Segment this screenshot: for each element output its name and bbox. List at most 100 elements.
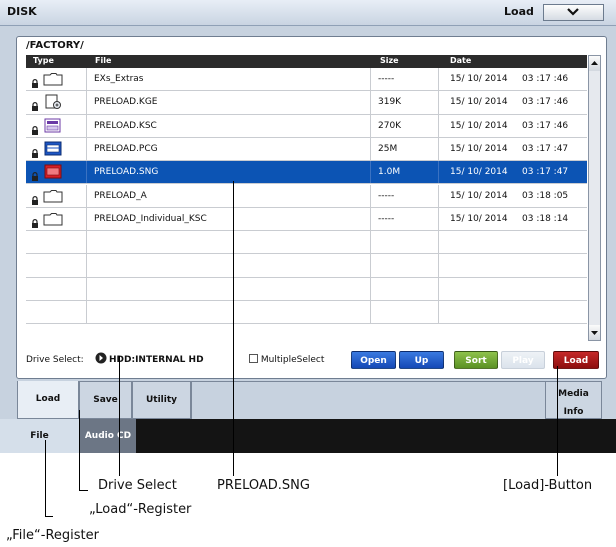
- tab-save[interactable]: Save: [79, 381, 132, 419]
- callout-line-file-tab: [45, 440, 46, 516]
- file-date: 15/ 10/ 2014: [450, 74, 508, 84]
- file-date: 15/ 10/ 2014: [450, 213, 508, 224]
- subtab-audio-cd[interactable]: Audio CD: [79, 419, 136, 453]
- tab-load[interactable]: Load: [17, 381, 79, 419]
- callout-line-drive-select: [119, 356, 120, 476]
- tab-spacer-right: [602, 381, 616, 419]
- lock-icon: [31, 74, 39, 93]
- callout-line-load-tab: [79, 410, 80, 490]
- sort-button[interactable]: Sort: [454, 351, 498, 369]
- multiple-select-checkbox[interactable]: MultipleSelect: [249, 354, 324, 365]
- file-name: EXs_Extras: [94, 74, 144, 84]
- file-date: 15/ 10/ 2014: [450, 120, 508, 131]
- callout-load-tab: „Load“-Register: [89, 502, 192, 517]
- file-browser-panel: /FACTORY/ Type File Size Date EXs_Extras…: [16, 36, 607, 379]
- lock-icon: [31, 191, 39, 210]
- file-size: 270K: [378, 120, 402, 131]
- file-time: 03 :17 :46: [522, 120, 569, 131]
- drive-select-value[interactable]: HDD:INTERNAL HD: [109, 355, 204, 365]
- checkbox-box[interactable]: [249, 354, 258, 363]
- ksc-file-icon: [43, 118, 63, 138]
- scroll-up-arrow-icon: [591, 61, 598, 65]
- file-time: 03 :17 :47: [522, 143, 569, 154]
- table-row[interactable]: PRELOAD_A ----- 15/ 10/ 2014 03 :18 :05: [26, 184, 587, 210]
- up-button[interactable]: Up: [399, 351, 444, 369]
- tab-media-info[interactable]: Media Info: [545, 381, 602, 419]
- tab-bar-fill: [191, 381, 545, 419]
- callout-line-load-tab-horizontal: [79, 490, 88, 491]
- page-label: Load: [504, 5, 534, 18]
- table-row[interactable]: [26, 277, 587, 301]
- file-size: -----: [378, 190, 395, 201]
- tab-media-info-line-1: Media: [558, 389, 589, 399]
- drive-select-arrow-icon[interactable]: [95, 352, 107, 364]
- subtab-file[interactable]: File: [0, 419, 79, 453]
- multiple-select-label: MultipleSelect: [260, 355, 325, 365]
- tab-media-info-label: Media Info: [546, 389, 601, 418]
- tab-spacer: [0, 381, 17, 419]
- lock-icon: [31, 144, 39, 163]
- drive-select-label: Drive Select:: [26, 355, 84, 365]
- tab-utility-label: Utility: [145, 395, 178, 405]
- table-row[interactable]: [26, 231, 587, 255]
- lock-icon: [31, 167, 39, 186]
- column-header-size: Size: [380, 56, 399, 65]
- scroll-down-button[interactable]: [589, 325, 600, 340]
- file-name: PRELOAD_Individual_KSC: [94, 213, 207, 224]
- column-header-date: Date: [450, 56, 472, 65]
- kge-file-icon: [43, 94, 63, 114]
- mode-title: DISK: [7, 5, 37, 18]
- lock-icon: [31, 97, 39, 116]
- tab-save-label: Save: [93, 395, 118, 405]
- file-name: PRELOAD.SNG: [94, 167, 159, 178]
- open-button[interactable]: Open: [351, 351, 396, 369]
- column-header-type: Type: [33, 56, 54, 65]
- callout-line-load-button: [557, 366, 558, 476]
- file-time: 03 :17 :47: [522, 167, 569, 178]
- lock-icon: [31, 121, 39, 140]
- file-name: PRELOAD_A: [94, 190, 147, 201]
- file-date: 15/ 10/ 2014: [450, 97, 508, 108]
- table-header: Type File Size Date: [26, 55, 587, 68]
- file-time: 03 :17 :46: [522, 74, 569, 84]
- file-size: 319K: [378, 97, 402, 108]
- folder-icon: [43, 211, 63, 230]
- subtab-file-label: File: [30, 431, 49, 441]
- table-row[interactable]: PRELOAD.KSC 270K 15/ 10/ 2014 03 :17 :46: [26, 114, 587, 140]
- callout-preload-sng: PRELOAD.SNG: [217, 478, 310, 493]
- subtab-audio-cd-label: Audio CD: [84, 431, 132, 441]
- title-bar: DISK Load: [0, 0, 616, 26]
- table-row[interactable]: PRELOAD_Individual_KSC ----- 15/ 10/ 2014 0…: [26, 207, 587, 232]
- pcg-file-icon: [43, 141, 63, 161]
- file-date: 15/ 10/ 2014: [450, 167, 508, 178]
- load-button[interactable]: Load: [553, 351, 599, 369]
- play-button[interactable]: Play: [501, 351, 545, 369]
- file-date: 15/ 10/ 2014: [450, 190, 508, 201]
- action-bar: Drive Select: HDD:INTERNAL HD MultipleSe…: [17, 344, 606, 376]
- sng-file-icon: [43, 164, 63, 184]
- table-row[interactable]: [26, 254, 587, 278]
- file-name: PRELOAD.KGE: [94, 97, 158, 108]
- file-date: 15/ 10/ 2014: [450, 143, 508, 154]
- tab-load-label: Load: [35, 394, 61, 404]
- page-tabs: Load Save Utility Media Info: [0, 381, 616, 419]
- file-size: -----: [378, 213, 395, 224]
- tab-media-info-line-2: Info: [563, 407, 584, 417]
- table-row[interactable]: PRELOAD.KGE 319K 15/ 10/ 2014 03 :17 :46: [26, 91, 587, 116]
- file-size: 1.0M: [378, 167, 401, 178]
- callout-line-file-tab-horizontal: [45, 516, 53, 517]
- page-group-tabs: File Audio CD: [0, 419, 616, 453]
- current-path: /FACTORY/: [26, 40, 84, 51]
- page-menu-button[interactable]: [543, 4, 604, 21]
- table-row[interactable]: PRELOAD.SNG 1.0M 15/ 10/ 2014 03 :17 :47: [26, 161, 587, 186]
- folder-icon: [43, 71, 63, 90]
- scrollbar[interactable]: [588, 55, 601, 341]
- scroll-down-arrow-icon: [591, 331, 598, 335]
- table-row[interactable]: [26, 301, 587, 325]
- tab-utility[interactable]: Utility: [132, 381, 191, 419]
- table-row[interactable]: EXs_Extras ----- 15/ 10/ 2014 03 :17 :46: [26, 68, 587, 93]
- scroll-up-button[interactable]: [589, 56, 600, 71]
- file-name: PRELOAD.KSC: [94, 120, 157, 131]
- column-header-file: File: [95, 56, 112, 65]
- table-row[interactable]: PRELOAD.PCG 25M 15/ 10/ 2014 03 :17 :47: [26, 137, 587, 163]
